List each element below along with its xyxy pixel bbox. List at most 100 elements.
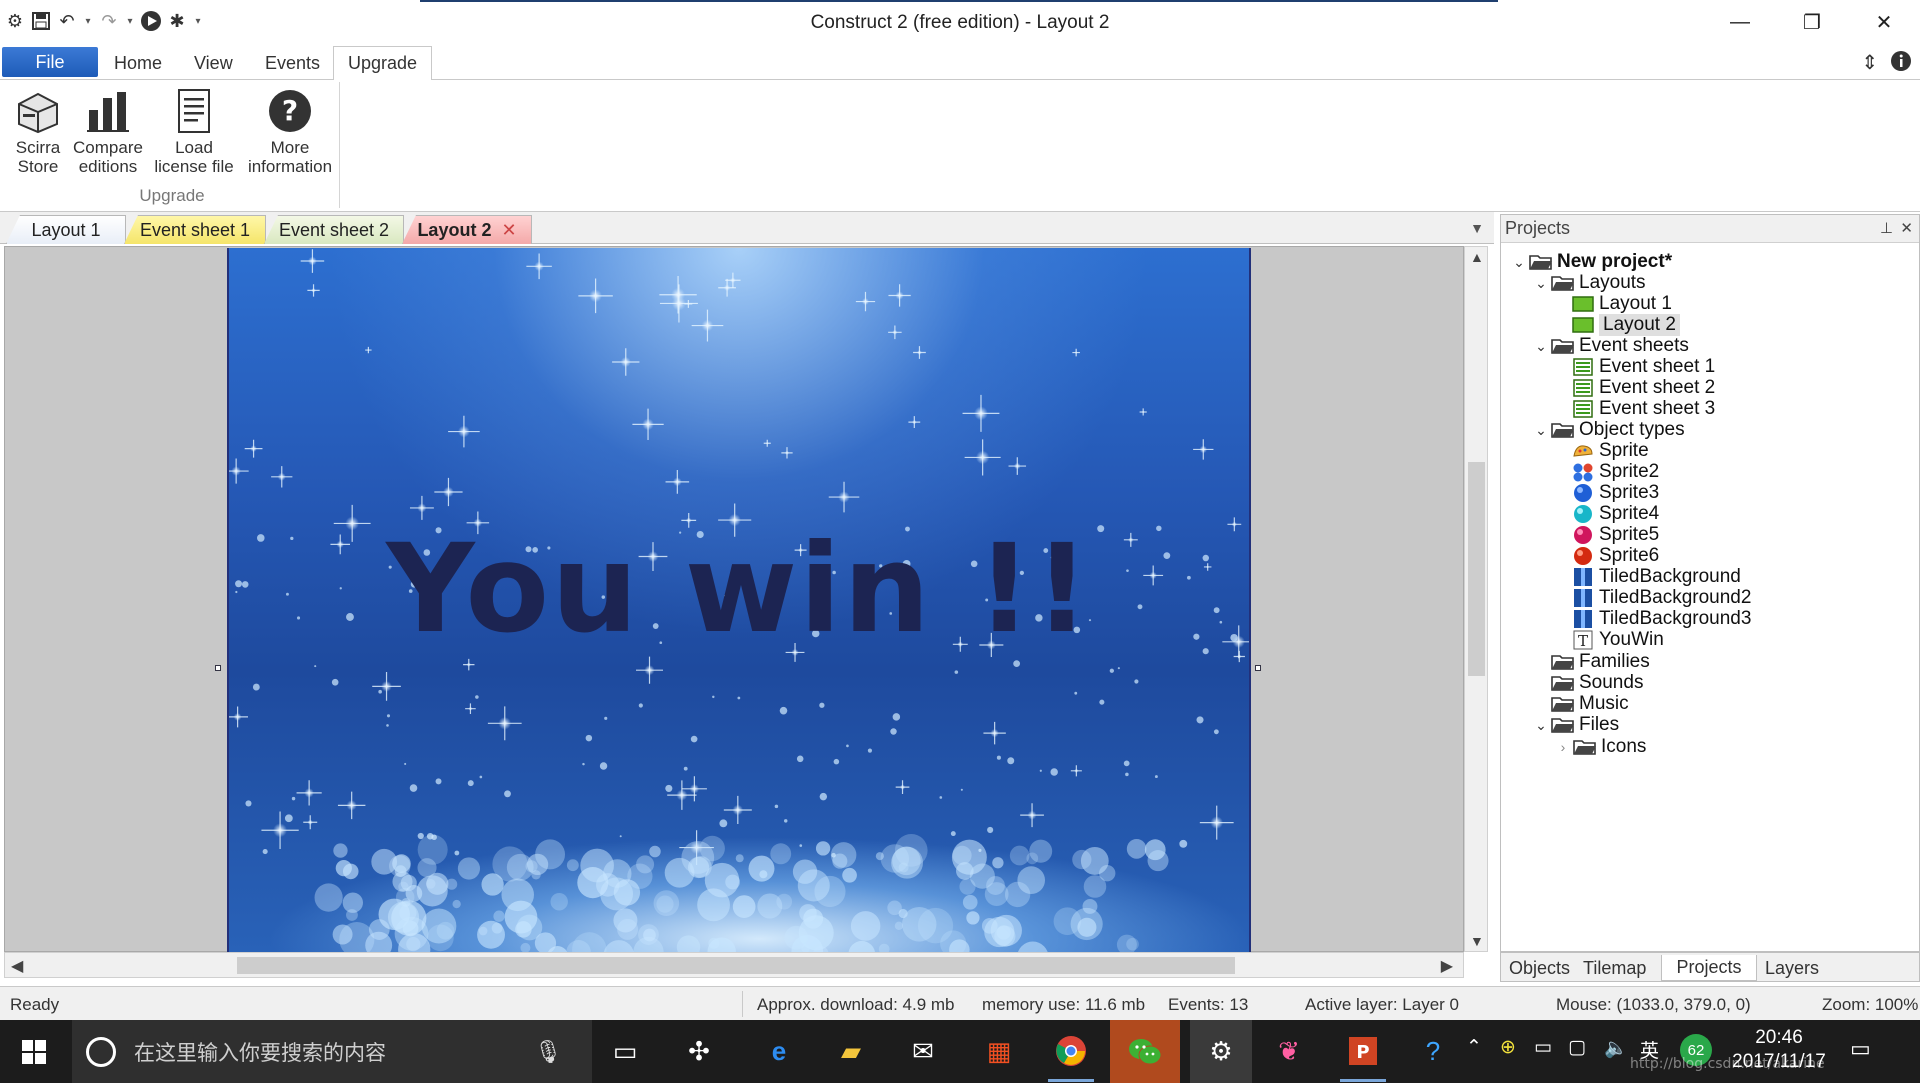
compare-editions-button[interactable]: Compare editions xyxy=(68,86,148,176)
debug-icon[interactable]: ✱ xyxy=(166,10,188,32)
chrome-icon[interactable] xyxy=(1044,1026,1098,1082)
chevron-down-icon[interactable]: ⌄ xyxy=(1509,254,1529,271)
sparkle xyxy=(1193,439,1214,460)
paint-app-icon[interactable]: ❦ xyxy=(1262,1026,1316,1076)
glitter-dot xyxy=(892,713,901,721)
tray-battery-icon[interactable]: ▭ xyxy=(1534,1036,1552,1059)
chevron-down-icon[interactable]: ⌄ xyxy=(1531,717,1551,734)
tray-plus-icon[interactable]: ⊕ xyxy=(1500,1036,1516,1059)
sparkle xyxy=(229,706,248,728)
glitter-dot xyxy=(504,790,511,798)
panel-tab-objects[interactable]: Objects xyxy=(1501,955,1578,981)
sparkle xyxy=(337,791,366,820)
redo-dropdown-icon[interactable]: ▾ xyxy=(124,10,136,32)
ribbon-collapse-icon[interactable]: ⇕ xyxy=(1861,50,1878,78)
tab-events[interactable]: Events xyxy=(251,46,334,80)
resize-handle-right[interactable] xyxy=(1255,665,1261,671)
store-icon[interactable]: ▦ xyxy=(972,1026,1026,1076)
tree-node-icons[interactable]: › Icons xyxy=(1553,734,1647,760)
tab-upgrade[interactable]: Upgrade xyxy=(333,46,433,81)
tray-volume-icon[interactable]: 🔈 xyxy=(1604,1036,1628,1060)
sparkle xyxy=(895,780,910,795)
customize-toolbar-icon[interactable]: ▾ xyxy=(192,10,204,32)
wechat-icon[interactable] xyxy=(1110,1020,1180,1083)
more-information-button[interactable]: ? More information xyxy=(240,86,340,176)
bokeh-dot xyxy=(457,857,481,880)
scirra-store-button[interactable]: Scirra Store xyxy=(8,86,68,176)
scroll-left-icon[interactable]: ◀ xyxy=(11,956,23,976)
horizontal-scroll-thumb[interactable] xyxy=(237,957,1235,974)
pin-icon[interactable]: ⊥ xyxy=(1880,219,1893,237)
vertical-scrollbar[interactable]: ▲ ▼ xyxy=(1464,246,1488,952)
folder-open-icon xyxy=(1551,652,1575,672)
chevron-down-icon[interactable]: ⌄ xyxy=(1531,422,1551,439)
doc-tab-layout-1[interactable]: Layout 1 xyxy=(6,215,126,244)
taskbar-search-box[interactable]: 在这里输入你要搜索的内容 🎙 xyxy=(72,1020,592,1083)
close-panel-icon[interactable]: ✕ xyxy=(1900,219,1913,237)
info-icon[interactable] xyxy=(1890,50,1912,78)
tray-chevron-icon[interactable]: ⌃ xyxy=(1466,1036,1482,1059)
tab-home[interactable]: Home xyxy=(100,46,176,80)
resize-handle-left[interactable] xyxy=(215,665,221,671)
glitter-dot xyxy=(1013,660,1021,668)
panel-tab-projects[interactable]: Projects xyxy=(1661,955,1757,981)
tab-list-dropdown-icon[interactable]: ▼ xyxy=(1470,220,1484,236)
panel-tab-layers[interactable]: Layers xyxy=(1757,955,1827,981)
edge-browser-icon[interactable]: e xyxy=(752,1026,806,1076)
panel-tab-tilemap[interactable]: Tilemap xyxy=(1575,955,1654,981)
projects-panel-title: Projects xyxy=(1505,218,1571,238)
save-icon[interactable] xyxy=(30,10,52,32)
bokeh-dot xyxy=(526,853,549,876)
bokeh-dot xyxy=(478,926,488,936)
doc-tab-layout-2[interactable]: Layout 2 ✕ xyxy=(402,215,532,244)
title-accent-line xyxy=(420,0,1498,2)
scroll-down-icon[interactable]: ▼ xyxy=(1470,933,1484,949)
sparkle xyxy=(578,278,613,314)
run-icon[interactable] xyxy=(140,10,162,32)
mail-icon[interactable]: ✉ xyxy=(896,1026,950,1076)
load-license-button[interactable]: Load license file xyxy=(148,86,240,176)
chevron-down-icon[interactable]: ⌄ xyxy=(1531,275,1551,292)
sparkle xyxy=(372,672,401,701)
doc-tab-event-sheet-1[interactable]: Event sheet 1 xyxy=(124,215,266,244)
bokeh-dot xyxy=(653,890,680,916)
glitter-dot xyxy=(939,796,943,799)
layout-canvas[interactable]: You win !! xyxy=(4,246,1464,953)
scroll-up-icon[interactable]: ▲ xyxy=(1470,249,1484,265)
undo-dropdown-icon[interactable]: ▾ xyxy=(82,10,94,32)
doc-tab-event-sheet-2[interactable]: Event sheet 2 xyxy=(264,215,404,244)
tab-view[interactable]: View xyxy=(180,46,247,80)
tray-network-icon[interactable]: ▢ xyxy=(1568,1036,1586,1059)
help-icon[interactable]: ? xyxy=(1406,1026,1460,1076)
gear-icon[interactable]: ⚙ xyxy=(4,10,26,32)
file-menu-button[interactable]: File xyxy=(2,47,98,77)
minimize-button[interactable]: — xyxy=(1704,0,1776,44)
scroll-right-icon[interactable]: ▶ xyxy=(1441,956,1453,976)
sparkle xyxy=(244,439,263,458)
you-win-text[interactable]: You win !! xyxy=(229,518,1249,660)
sparkle xyxy=(465,703,476,714)
chevron-down-icon[interactable]: ⌄ xyxy=(1531,338,1551,355)
horizontal-scrollbar[interactable]: ◀ ▶ xyxy=(4,952,1464,978)
undo-icon[interactable]: ↶ xyxy=(56,10,78,32)
close-button[interactable]: ✕ xyxy=(1848,0,1920,44)
redo-icon[interactable]: ↷ xyxy=(98,10,120,32)
close-tab-icon[interactable]: ✕ xyxy=(501,220,516,241)
powerpoint-icon[interactable]: P xyxy=(1336,1026,1390,1082)
vertical-scroll-thumb[interactable] xyxy=(1468,462,1485,676)
start-button[interactable] xyxy=(0,1020,68,1083)
microphone-icon[interactable]: 🎙 xyxy=(534,1039,562,1065)
search-placeholder: 在这里输入你要搜索的内容 xyxy=(134,1041,386,1065)
task-view-icon[interactable]: ▭ xyxy=(598,1026,652,1076)
layout-scene[interactable]: You win !! xyxy=(227,248,1251,953)
notification-icon[interactable]: ▭ xyxy=(1850,1036,1871,1062)
restore-button[interactable]: ❐ xyxy=(1776,0,1848,44)
pinwheel-app-icon[interactable]: ✣ xyxy=(672,1026,726,1076)
file-explorer-icon[interactable]: ▰ xyxy=(824,1026,878,1076)
construct-gear-icon[interactable]: ⚙ xyxy=(1190,1020,1252,1083)
chevron-right-icon[interactable]: › xyxy=(1553,739,1573,755)
cortana-icon[interactable] xyxy=(86,1036,116,1067)
doc-tab-label: Event sheet 1 xyxy=(139,219,251,240)
load-license-label-1: Load xyxy=(175,138,213,157)
bokeh-dot xyxy=(917,907,954,944)
